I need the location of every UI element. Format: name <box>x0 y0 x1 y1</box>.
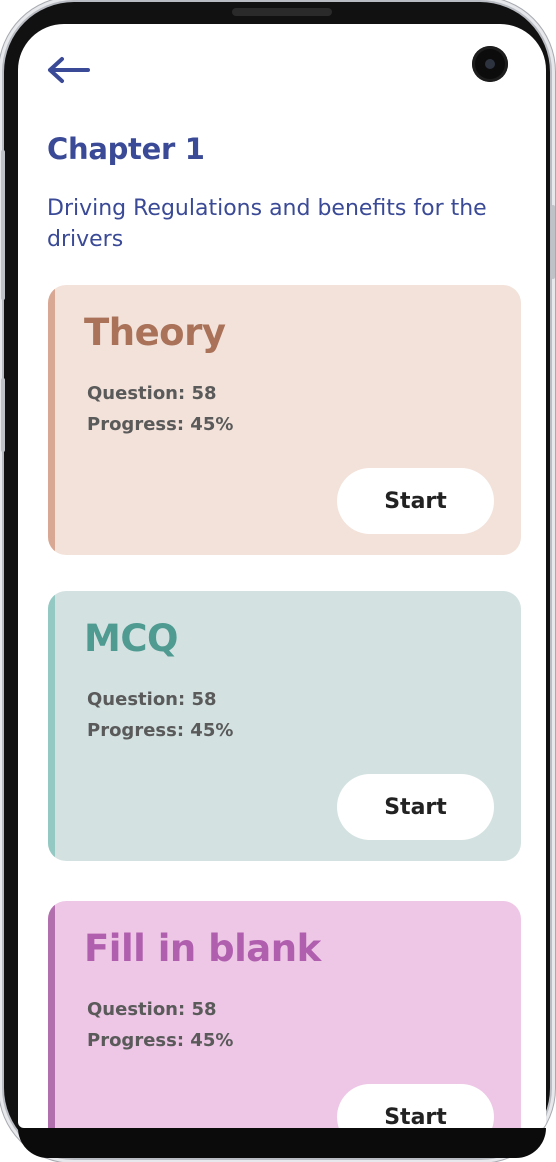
card-accent-bar <box>48 285 55 555</box>
card-title: Fill in blank <box>84 927 321 970</box>
card-title: Theory <box>84 311 226 354</box>
fill-in-blank-card[interactable]: Fill in blank Question: 58 Progress: 45%… <box>48 901 521 1128</box>
app-screen: Chapter 1 Driving Regulations and benefi… <box>18 24 546 1128</box>
progress-text: Progress: 45% <box>87 1030 234 1051</box>
mcq-card[interactable]: MCQ Question: 58 Progress: 45% Start <box>48 591 521 861</box>
earpiece-speaker <box>232 8 332 16</box>
volume-button <box>1 150 5 300</box>
card-accent-bar <box>48 591 55 861</box>
progress-text: Progress: 45% <box>87 414 234 435</box>
question-count: Question: 58 <box>87 383 217 404</box>
theory-card[interactable]: Theory Question: 58 Progress: 45% Start <box>48 285 521 555</box>
mcq-start-button[interactable]: Start <box>337 774 494 840</box>
question-count: Question: 58 <box>87 689 217 710</box>
theory-start-button[interactable]: Start <box>337 468 494 534</box>
question-count: Question: 58 <box>87 999 217 1020</box>
phone-frame: Chapter 1 Driving Regulations and benefi… <box>4 2 550 1158</box>
power-button <box>551 205 555 279</box>
bixby-button <box>1 378 5 452</box>
card-title: MCQ <box>84 617 178 660</box>
fill-in-blank-start-button[interactable]: Start <box>337 1084 494 1128</box>
card-accent-bar <box>48 901 55 1128</box>
arrow-left-icon <box>48 57 90 83</box>
bottom-bezel <box>18 1128 546 1158</box>
chapter-subtitle: Driving Regulations and benefits for the… <box>47 196 487 252</box>
front-camera-icon <box>472 46 508 82</box>
progress-text: Progress: 45% <box>87 720 234 741</box>
chapter-title: Chapter 1 <box>47 132 205 166</box>
back-button[interactable] <box>46 52 94 88</box>
